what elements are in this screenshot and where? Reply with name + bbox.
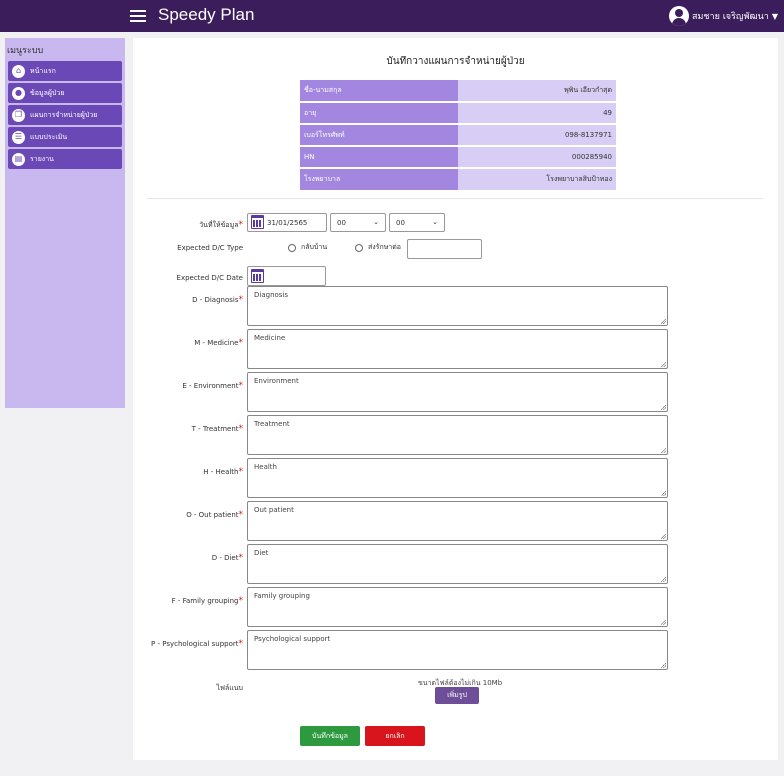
user-icon: ● (12, 86, 25, 100)
app-title[interactable]: Speedy Plan (158, 5, 254, 25)
chevron-down-icon: ⌄ (373, 218, 379, 226)
field-label: D - Diagnosis* (192, 295, 243, 305)
patient-info-table: ชื่อ-นามสกุล พุพิน เอียวกำสุด อายุ 49 เบอร์โ… (300, 80, 616, 190)
dmethod-textarea[interactable]: Out patient (247, 501, 668, 541)
home-icon: ⌂ (12, 64, 25, 78)
sidebar-item[interactable]: ⌂ หน้าแรก (8, 61, 122, 81)
radio-refer[interactable]: ส่งรักษาต่อ (355, 242, 401, 253)
date-label: วันที่ให้ข้อมูล* (199, 220, 243, 230)
dmethod-textarea[interactable]: Diagnosis (247, 286, 668, 326)
dc-date-label: Expected D/C Date (176, 274, 243, 282)
sidebar-item-label: แบบประเมิน (30, 132, 68, 141)
sidebar-item[interactable]: ▤ รายงาน (8, 149, 122, 169)
dmethod-textarea[interactable]: Family grouping (247, 587, 668, 627)
patient-info-row: อายุ 49 (300, 101, 616, 124)
patient-info-value: 49 (458, 101, 616, 124)
caret-down-icon: ▼ (771, 11, 778, 21)
sidebar-item[interactable]: ☰ แบบประเมิน (8, 127, 122, 147)
field-label: D - Diet* (211, 553, 243, 563)
dmethod-textarea[interactable]: Treatment (247, 415, 668, 455)
chevron-down-icon: ⌄ (432, 218, 438, 226)
patient-info-value: 098-8137971 (458, 123, 616, 146)
refer-input[interactable] (407, 239, 482, 259)
sidebar-item[interactable]: ❐ แผนการจำหน่ายผู้ป่วย (8, 105, 122, 125)
list-icon: ☰ (12, 130, 25, 144)
patient-info-key: HN (300, 145, 458, 168)
patient-info-key: เบอร์โทรศัพท์ (300, 123, 458, 146)
radio-icon (288, 243, 296, 252)
save-button[interactable]: บันทึกข้อมูล (300, 726, 360, 746)
sidebar-item[interactable]: ● ข้อมูลผู้ป่วย (8, 83, 122, 103)
field-label: O - Out patient* (186, 510, 243, 520)
sidebar-item-label: รายงาน (30, 154, 54, 163)
sidebar-item-label: หน้าแรก (30, 66, 56, 75)
calendar-icon[interactable] (251, 215, 264, 229)
minute-select[interactable]: 00 ⌄ (389, 213, 445, 232)
dc-type-label: Expected D/C Type (177, 244, 243, 252)
copy-icon: ❐ (12, 108, 25, 122)
field-label: H - Health* (203, 467, 243, 477)
patient-info-row: เบอร์โทรศัพท์ 098-8137971 (300, 123, 616, 146)
sidebar-item-label: ข้อมูลผู้ป่วย (30, 88, 65, 97)
radio-icon (355, 243, 363, 252)
top-navbar: Speedy Plan สมชาย เจริญพัฒนา ▼ (0, 0, 784, 32)
field-label: M - Medicine* (194, 338, 243, 348)
patient-info-value: 000285940 (458, 145, 616, 168)
calendar-icon[interactable] (251, 269, 264, 283)
sidebar: เมนูระบบ ⌂ หน้าแรก ● ข้อมูลผู้ป่วย ❐ แผนการจำ… (5, 38, 125, 408)
dmethod-textarea[interactable]: Health (247, 458, 668, 498)
avatar-icon (669, 6, 689, 26)
dmethod-textarea[interactable]: Medicine (247, 329, 668, 369)
patient-info-value: พุพิน เอียวกำสุด (458, 80, 616, 102)
user-name: สมชาย เจริญพัฒนา (692, 12, 769, 22)
patient-info-key: โรงพยาบาล (300, 167, 458, 190)
patient-info-row: HN 000285940 (300, 145, 616, 168)
sidebar-title: เมนูระบบ (7, 46, 44, 56)
radio-go-home[interactable]: กลับบ้าน (288, 242, 327, 253)
field-label: F - Family grouping* (171, 596, 243, 606)
file-icon: ▤ (12, 152, 25, 166)
page-title: บันทึกวางแผนการจำหน่ายผู้ป่วย (386, 56, 525, 67)
hour-select[interactable]: 00 ⌄ (330, 213, 386, 232)
patient-info-key: อายุ (300, 101, 458, 124)
field-label: T - Treatment* (191, 424, 243, 434)
patient-info-row: โรงพยาบาล โรงพยาบาลสิบป้าทอง (300, 167, 616, 190)
divider (147, 198, 763, 199)
attachment-label: ไฟล์แนบ (216, 684, 243, 692)
patient-info-value: โรงพยาบาลสิบป้าทอง (458, 167, 616, 190)
cancel-button[interactable]: ยกเลิก (365, 726, 425, 746)
patient-info-row: ชื่อ-นามสกุล พุพิน เอียวกำสุด (300, 80, 616, 102)
sidebar-item-label: แผนการจำหน่ายผู้ป่วย (30, 110, 98, 119)
field-label: P - Psychological support* (151, 639, 243, 649)
dmethod-textarea[interactable]: Psychological support (247, 630, 668, 670)
user-menu[interactable]: สมชาย เจริญพัฒนา ▼ (669, 6, 778, 26)
main-panel: บันทึกวางแผนการจำหน่ายผู้ป่วย ชื่อ-นามสก… (133, 38, 778, 760)
add-image-button[interactable]: เพิ่มรูป (435, 687, 479, 704)
dmethod-textarea[interactable]: Environment (247, 372, 668, 412)
dmethod-textarea[interactable]: Diet (247, 544, 668, 584)
hamburger-menu-icon[interactable] (130, 7, 146, 23)
patient-info-key: ชื่อ-นามสกุล (300, 80, 458, 102)
field-label: E - Environment* (182, 381, 243, 391)
